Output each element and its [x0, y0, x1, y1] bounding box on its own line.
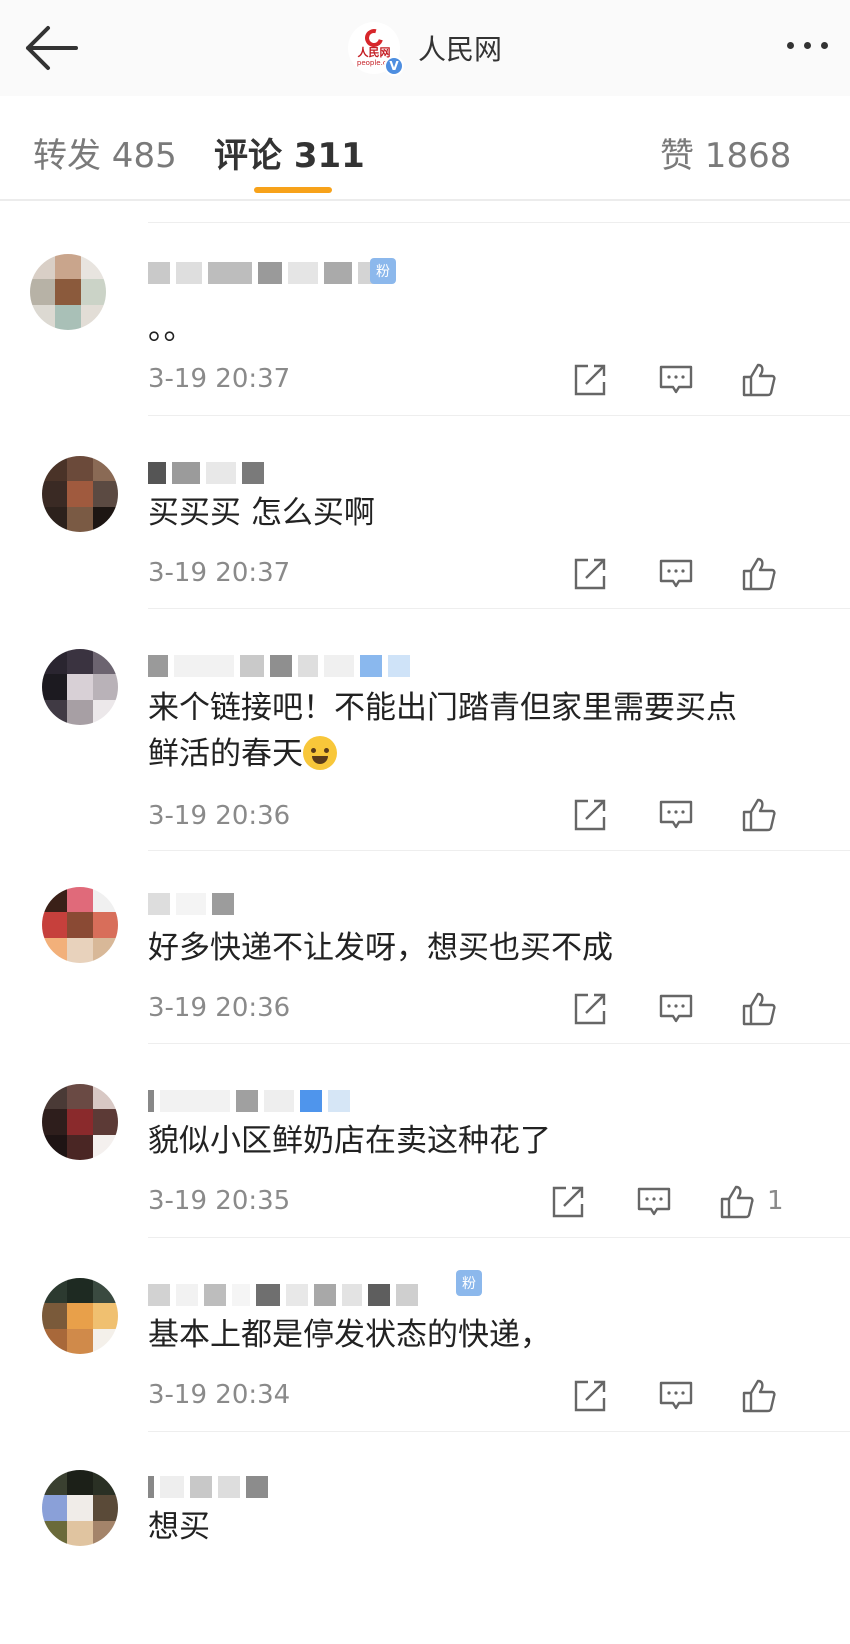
comment-icon[interactable]: [658, 991, 694, 1027]
username-masked[interactable]: [148, 460, 264, 486]
username-masked[interactable]: [148, 1282, 418, 1308]
comment-time: 3-19 20:36: [148, 993, 291, 1023]
divider: [148, 850, 850, 851]
like-icon[interactable]: [719, 1184, 755, 1220]
avatar[interactable]: [42, 1084, 118, 1160]
top-bar: 人民网 people.cn V 人民网: [0, 0, 850, 96]
comment-icon[interactable]: [636, 1184, 672, 1220]
tabs-divider: [0, 199, 850, 201]
back-arrow-icon[interactable]: [22, 20, 82, 76]
comment-icon[interactable]: [658, 362, 694, 398]
tab-bar: 转发 485 评论 311 赞 1868: [0, 96, 850, 200]
fan-badge: 粉: [456, 1270, 482, 1296]
comment-text: 。。: [148, 311, 195, 347]
username-masked[interactable]: [148, 260, 380, 286]
comment-text-line2-text: 鲜活的春天: [148, 736, 303, 772]
like-count: 1: [767, 1186, 784, 1216]
like-icon[interactable]: [741, 797, 777, 833]
comment-text: 好多快递不让发呀，想买也买不成: [148, 930, 613, 966]
comment-text-line1: 来个链接吧！不能出门踏青但家里需要买点: [148, 690, 737, 726]
divider: [148, 1043, 850, 1044]
comment-time: 3-19 20:36: [148, 801, 291, 831]
crying-emoji-icon: [303, 736, 337, 770]
share-icon[interactable]: [572, 362, 608, 398]
tab-likes[interactable]: 赞 1868: [660, 128, 791, 177]
avatar[interactable]: [42, 1470, 118, 1546]
comment-icon[interactable]: [658, 556, 694, 592]
comment-text: 买买买 怎么买啊: [148, 495, 375, 531]
more-icon[interactable]: [787, 42, 828, 49]
username-masked[interactable]: [148, 891, 234, 917]
comment-text-line2: 鲜活的春天: [148, 731, 337, 777]
more-dot: [821, 42, 828, 49]
comment-time: 3-19 20:35: [148, 1186, 291, 1216]
avatar[interactable]: [42, 887, 118, 963]
tab-reposts[interactable]: 转发 485: [33, 128, 177, 177]
divider: [148, 415, 850, 416]
verified-badge: V: [384, 56, 404, 76]
share-icon[interactable]: [572, 1378, 608, 1414]
share-icon[interactable]: [550, 1184, 586, 1220]
fan-badge: 粉: [370, 258, 396, 284]
username-masked[interactable]: [148, 653, 410, 679]
avatar[interactable]: [42, 1278, 118, 1354]
divider: [148, 608, 850, 609]
comment-time: 3-19 20:34: [148, 1380, 291, 1410]
share-icon[interactable]: [572, 991, 608, 1027]
comment-time: 3-19 20:37: [148, 558, 291, 588]
comment-text: 基本上都是停发状态的快递，: [148, 1317, 551, 1353]
avatar[interactable]: [30, 254, 106, 330]
comment-icon[interactable]: [658, 1378, 694, 1414]
avatar[interactable]: [42, 456, 118, 532]
logo-text: 人民网: [357, 46, 391, 59]
share-icon[interactable]: [572, 797, 608, 833]
comment-text: 想买: [148, 1509, 210, 1545]
divider: [148, 222, 850, 223]
like-icon[interactable]: [741, 362, 777, 398]
like-icon[interactable]: [741, 991, 777, 1027]
like-icon[interactable]: [741, 1378, 777, 1414]
share-icon[interactable]: [572, 556, 608, 592]
more-dot: [804, 42, 811, 49]
account-header[interactable]: 人民网 people.cn V 人民网: [348, 18, 502, 78]
brand-logo: 人民网 people.cn V: [348, 22, 404, 76]
divider: [148, 1431, 850, 1432]
tab-comments[interactable]: 评论 311: [214, 128, 365, 177]
divider: [148, 1237, 850, 1238]
active-tab-indicator: [254, 187, 332, 193]
comment-text: 貌似小区鲜奶店在卖这种花了: [148, 1123, 551, 1159]
more-dot: [787, 42, 794, 49]
avatar[interactable]: [42, 649, 118, 725]
username-masked[interactable]: [148, 1088, 350, 1114]
account-name: 人民网: [418, 33, 503, 66]
like-icon[interactable]: [741, 556, 777, 592]
comment-time: 3-19 20:37: [148, 364, 291, 394]
comment-icon[interactable]: [658, 797, 694, 833]
username-masked[interactable]: [148, 1474, 268, 1500]
